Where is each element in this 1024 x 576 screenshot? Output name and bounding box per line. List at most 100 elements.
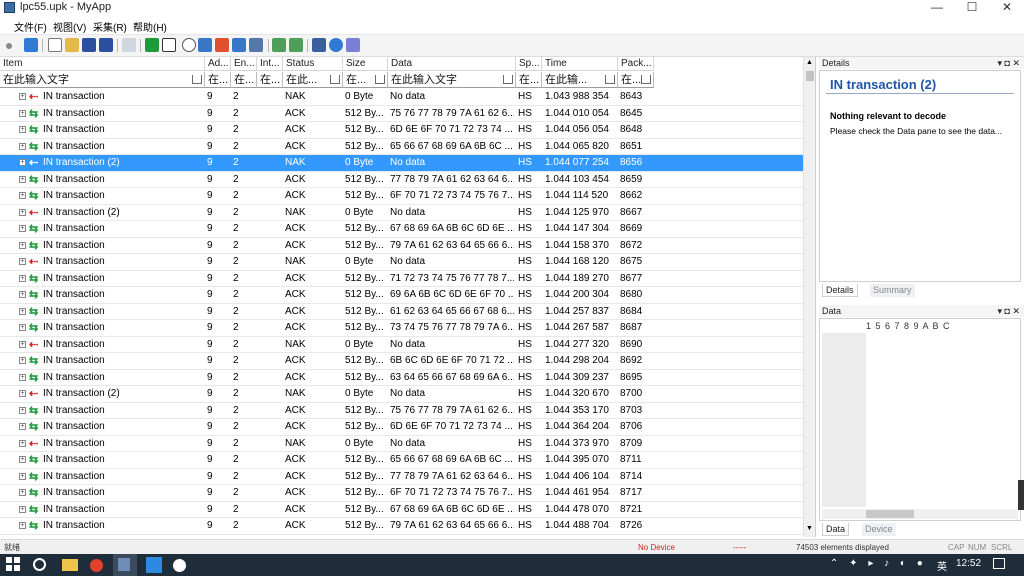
side-splitter[interactable] (1018, 480, 1024, 510)
table-row[interactable]: + ⇆ IN transaction 9 2 ACK 512 By... 77 78 79 7… (0, 172, 803, 188)
expand-icon[interactable]: + (19, 159, 26, 166)
file-explorer-icon[interactable] (62, 559, 78, 571)
expand-icon[interactable]: + (19, 357, 26, 364)
forward-icon[interactable] (198, 38, 212, 52)
table-row[interactable]: + ⇆ IN transaction 9 2 ACK 512 By... 63 64 65 6… (0, 370, 803, 386)
help-icon[interactable] (329, 38, 343, 52)
col-size[interactable]: Size (343, 57, 388, 71)
expand-icon[interactable]: + (19, 390, 26, 397)
ime-indicator[interactable]: 英 (937, 558, 947, 573)
table-row[interactable]: + ⇆ IN transaction 9 2 ACK 512 By... 65 66 67 6… (0, 139, 803, 155)
table-row[interactable]: + ⇆ IN transaction 9 2 ACK 512 By... 75 76 77 7… (0, 403, 803, 419)
expand-icon[interactable]: + (19, 126, 26, 133)
filter-endpoint[interactable]: 在... (231, 72, 257, 88)
expand-icon[interactable]: + (19, 489, 26, 496)
col-time[interactable]: Time (542, 57, 618, 71)
table-row[interactable]: + ⇆ IN transaction 9 2 ACK 512 By... 69 6A 6B 6… (0, 287, 803, 304)
expand-icon[interactable]: + (19, 142, 26, 150)
col-endpoint[interactable]: En... (231, 57, 257, 71)
back-icon[interactable] (145, 38, 159, 52)
table-row[interactable]: + ⇠ IN transaction (2) 9 2 NAK 0 Byte No data HS… (0, 386, 803, 403)
menu-file[interactable]: 文件(F) (14, 19, 47, 34)
table-row[interactable]: + ⇆ IN transaction 9 2 ACK 512 By... 75 76 77 7… (0, 106, 803, 122)
col-item[interactable]: Item (0, 57, 205, 71)
pane-controls-icon[interactable]: ▾ ◘ ✕ (998, 57, 1021, 69)
expand-icon[interactable]: + (19, 192, 26, 199)
table-row[interactable]: + ⇆ IN transaction 9 2 ACK 512 By... 67 68 69 6… (0, 502, 803, 518)
refresh-icon[interactable] (182, 38, 196, 52)
table-row[interactable]: + ⇠ IN transaction 9 2 NAK 0 Byte No data HS 1.04… (0, 254, 803, 271)
table-row[interactable]: + ⇠ IN transaction 9 2 NAK 0 Byte No data HS 1.04… (0, 89, 803, 106)
copy-icon[interactable] (122, 38, 136, 52)
scroll-down-icon[interactable]: ▼ (806, 525, 813, 532)
vscode-icon[interactable] (146, 557, 162, 573)
notification-icon[interactable] (993, 558, 1005, 569)
data-horizontal-scrollbar[interactable] (822, 509, 1018, 519)
filter-packet[interactable]: 在... (618, 72, 654, 88)
search-icon[interactable] (33, 558, 46, 571)
table-row[interactable]: + ⇠ IN transaction 9 2 NAK 0 Byte No data HS 1.04… (0, 337, 803, 353)
table-row[interactable]: + ⇆ IN transaction 9 2 ACK 512 By... 6D 6E 6F 7… (0, 419, 803, 436)
expand-icon[interactable]: + (19, 522, 26, 529)
expand-icon[interactable]: + (19, 472, 26, 480)
close-button[interactable]: ✕ (990, 0, 1024, 16)
expand-icon[interactable]: + (19, 109, 26, 117)
frame-icon[interactable] (162, 38, 176, 52)
expand-icon[interactable]: + (19, 225, 26, 232)
expand-icon[interactable]: + (19, 373, 26, 381)
filter-icon[interactable] (289, 38, 303, 52)
expand-icon[interactable]: + (19, 258, 26, 265)
table-row[interactable]: + ⇆ IN transaction 9 2 ACK 512 By... 79 7A 61 6… (0, 518, 803, 535)
filter-size[interactable]: 在... (343, 72, 388, 88)
expand-icon[interactable]: + (19, 274, 26, 282)
col-interface[interactable]: Int... (257, 57, 283, 71)
tab-data[interactable]: Data (822, 523, 850, 536)
tab-summary[interactable]: Summary (870, 284, 915, 297)
save-all-icon[interactable] (99, 38, 113, 52)
hscroll-thumb[interactable] (866, 510, 914, 518)
grid-icon[interactable] (272, 38, 286, 52)
expand-icon[interactable] (249, 38, 263, 52)
funnel-icon[interactable] (503, 75, 513, 84)
col-speed[interactable]: Sp... (516, 57, 542, 71)
filter-data[interactable]: 在此输入文字 (388, 72, 516, 88)
table-row[interactable]: + ⇆ IN transaction 9 2 ACK 512 By... 6D 6E 6F 7… (0, 122, 803, 139)
expand-icon[interactable]: + (19, 307, 26, 315)
device-icon[interactable] (312, 38, 326, 52)
scroll-up-icon[interactable]: ▲ (806, 59, 813, 66)
filter-time[interactable]: 在此输... (542, 72, 618, 88)
table-row[interactable]: + ⇠ IN transaction 9 2 NAK 0 Byte No data HS 1.04… (0, 436, 803, 452)
filter-status[interactable]: 在此... (283, 72, 343, 88)
table-row[interactable]: + ⇠ IN transaction (2) 9 2 NAK 0 Byte No data HS… (0, 155, 803, 172)
table-row[interactable]: + ⇆ IN transaction 9 2 ACK 512 By... 61 62 63 6… (0, 304, 803, 320)
about-icon[interactable] (346, 38, 360, 52)
col-data[interactable]: Data (388, 57, 516, 71)
active-app-icon[interactable] (113, 554, 137, 576)
chrome-icon[interactable] (90, 559, 103, 572)
menu-help[interactable]: 帮助(H) (133, 19, 167, 34)
expand-icon[interactable]: + (19, 505, 26, 513)
funnel-icon[interactable] (641, 75, 651, 84)
table-row[interactable]: + ⇆ IN transaction 9 2 ACK 512 By... 77 78 79 7… (0, 469, 803, 485)
table-row[interactable]: + ⇆ IN transaction 9 2 ACK 512 By... 65 66 67 6… (0, 452, 803, 469)
funnel-icon[interactable] (330, 75, 340, 84)
funnel-icon[interactable] (375, 75, 385, 84)
clock[interactable]: 12:52 (956, 558, 981, 569)
table-row[interactable]: + ⇆ IN transaction 9 2 ACK 512 By... 73 74 75 7… (0, 320, 803, 337)
filter-address[interactable]: 在... (205, 72, 231, 88)
expand-icon[interactable]: + (19, 340, 26, 348)
expand-icon[interactable]: + (19, 439, 26, 447)
pane-controls-icon[interactable]: ▾ ◘ ✕ (998, 305, 1021, 317)
col-status[interactable]: Status (283, 57, 343, 71)
filter-item[interactable]: 在此输入文字 (0, 72, 205, 88)
open-folder-icon[interactable] (65, 38, 79, 52)
col-packet[interactable]: Pack... (618, 57, 654, 71)
maximize-button[interactable]: ☐ (955, 0, 989, 16)
table-row[interactable]: + ⇆ IN transaction 9 2 ACK 512 By... 67 68 69 6… (0, 221, 803, 238)
filter-speed[interactable]: 在... (516, 72, 542, 88)
funnel-icon[interactable] (605, 75, 615, 84)
tab-details[interactable]: Details (822, 284, 858, 297)
app-icon-taskbar[interactable] (173, 559, 186, 572)
start-windows-icon[interactable] (6, 557, 22, 573)
expand-icon[interactable]: + (19, 208, 26, 216)
